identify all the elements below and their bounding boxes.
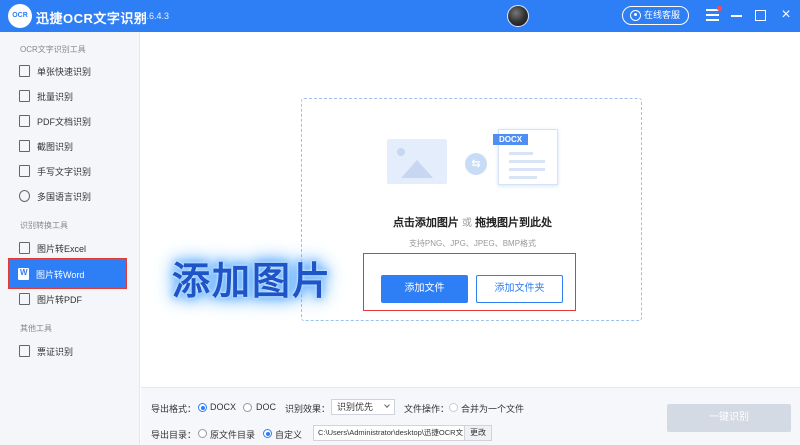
- add-file-button[interactable]: 添加文件: [381, 275, 468, 303]
- sidebar-item-label: 批量识别: [37, 92, 74, 102]
- menu-icon[interactable]: [706, 9, 719, 23]
- app-logo-icon: OCR: [8, 4, 32, 28]
- pen-icon: [19, 165, 30, 177]
- recognition-effect-value: 识别优先: [337, 402, 374, 412]
- dropzone-title-drag: 拖拽图片到此处: [475, 217, 553, 229]
- sidebar-item-label: 票证识别: [37, 347, 74, 357]
- online-service-button[interactable]: 在线客服: [622, 6, 689, 25]
- dropzone-title: 点击添加图片 或 拖拽图片到此处: [302, 214, 643, 230]
- docx-tag: DOCX: [493, 134, 529, 145]
- close-icon[interactable]: ×: [777, 6, 795, 24]
- image-placeholder-icon: [387, 139, 447, 184]
- sidebar-item-label: 图片转Word: [36, 270, 85, 280]
- dropzone-title-click: 点击添加图片: [392, 217, 459, 229]
- sidebar: OCR文字识别工具 单张快速识别 批量识别 PDF文档识别 截图识别 手写文字识…: [0, 32, 140, 445]
- custom-dir-label[interactable]: 自定义: [275, 428, 302, 441]
- file-operation-label: 文件操作：: [404, 404, 450, 414]
- add-folder-button[interactable]: 添加文件夹: [476, 275, 563, 303]
- format-doc-radio[interactable]: [243, 403, 252, 412]
- format-docx-label[interactable]: DOCX: [210, 402, 236, 412]
- sidebar-item-label: 手写文字识别: [37, 167, 92, 177]
- ticket-icon: [19, 345, 30, 357]
- add-image-overlay-text: 添加图片: [172, 261, 333, 303]
- original-dir-radio[interactable]: [198, 429, 207, 438]
- sidebar-item-label: 多国语言识别: [37, 192, 92, 202]
- maximize-icon[interactable]: [755, 10, 766, 21]
- merge-radio[interactable]: [449, 403, 458, 412]
- section-title-other: 其他工具: [20, 324, 52, 333]
- sidebar-item-image-to-pdf[interactable]: 图片转PDF: [10, 287, 126, 311]
- export-format-label: 导出格式：: [151, 404, 197, 414]
- recognition-effect-label: 识别效果：: [285, 404, 331, 414]
- sidebar-item-label: 单张快速识别: [37, 67, 92, 77]
- user-avatar[interactable]: [507, 5, 529, 27]
- notification-dot: [717, 6, 722, 11]
- pdf-file-icon: [19, 293, 30, 305]
- sidebar-item-single-recognition[interactable]: 单张快速识别: [10, 59, 126, 83]
- app-version: v8.6.4.3: [137, 11, 170, 21]
- convert-arrow-icon: ⇆: [465, 153, 487, 175]
- section-title-ocr: OCR文字识别工具: [20, 45, 86, 54]
- section-title-conversion: 识别转换工具: [20, 221, 68, 230]
- sidebar-item-screenshot-recognition[interactable]: 截图识别: [10, 134, 126, 158]
- custom-dir-radio[interactable]: [263, 429, 272, 438]
- sidebar-item-handwriting-recognition[interactable]: 手写文字识别: [10, 159, 126, 183]
- output-path-input[interactable]: C:\Users\Administrator\desktop\迅捷OCR文: [313, 425, 465, 441]
- online-service-label: 在线客服: [644, 10, 681, 20]
- dropzone-title-or: 或: [462, 218, 472, 229]
- format-docx-radio[interactable]: [198, 403, 207, 412]
- one-click-recognize-button[interactable]: 一键识别: [667, 404, 791, 432]
- docx-file-icon: DOCX: [493, 129, 558, 185]
- sidebar-item-label: 图片转PDF: [37, 295, 83, 305]
- sidebar-item-pdf-recognition[interactable]: PDF文档识别: [10, 109, 126, 133]
- user-service-icon: [630, 10, 641, 21]
- change-path-button[interactable]: 更改: [464, 425, 492, 441]
- word-icon: [18, 268, 29, 280]
- batch-icon: [19, 90, 30, 102]
- chevron-down-icon: [384, 402, 390, 408]
- one-click-recognize-label: 一键识别: [709, 412, 749, 423]
- title-bar: OCR 迅捷OCR文字识别 v8.6.4.3 在线客服 ×: [0, 0, 800, 32]
- dropzone-subtitle: 支持PNG、JPG、JPEG、BMP格式: [408, 239, 537, 248]
- sidebar-item-multilanguage-recognition[interactable]: 多国语言识别: [10, 184, 126, 208]
- sidebar-item-batch-recognition[interactable]: 批量识别: [10, 84, 126, 108]
- single-image-icon: [19, 65, 30, 77]
- export-directory-label: 导出目录：: [151, 430, 197, 440]
- sidebar-item-label: 图片转Excel: [37, 244, 87, 254]
- pdf-icon: [19, 115, 30, 127]
- merge-label[interactable]: 合并为一个文件: [461, 402, 524, 415]
- sidebar-item-ticket-recognition[interactable]: 票证识别: [10, 339, 126, 363]
- crop-icon: [19, 140, 30, 152]
- globe-icon: [19, 190, 30, 202]
- excel-icon: [19, 242, 30, 254]
- app-title: 迅捷OCR文字识别: [36, 11, 148, 26]
- format-doc-label[interactable]: DOC: [256, 402, 276, 412]
- sidebar-item-image-to-excel[interactable]: 图片转Excel: [10, 236, 126, 260]
- original-dir-label[interactable]: 原文件目录: [210, 428, 255, 441]
- recognition-effect-select[interactable]: 识别优先: [331, 399, 395, 415]
- sidebar-item-image-to-word[interactable]: 图片转Word: [8, 258, 127, 289]
- sidebar-item-label: PDF文档识别: [37, 117, 92, 127]
- minimize-icon[interactable]: [731, 15, 742, 17]
- sidebar-item-label: 截图识别: [37, 142, 74, 152]
